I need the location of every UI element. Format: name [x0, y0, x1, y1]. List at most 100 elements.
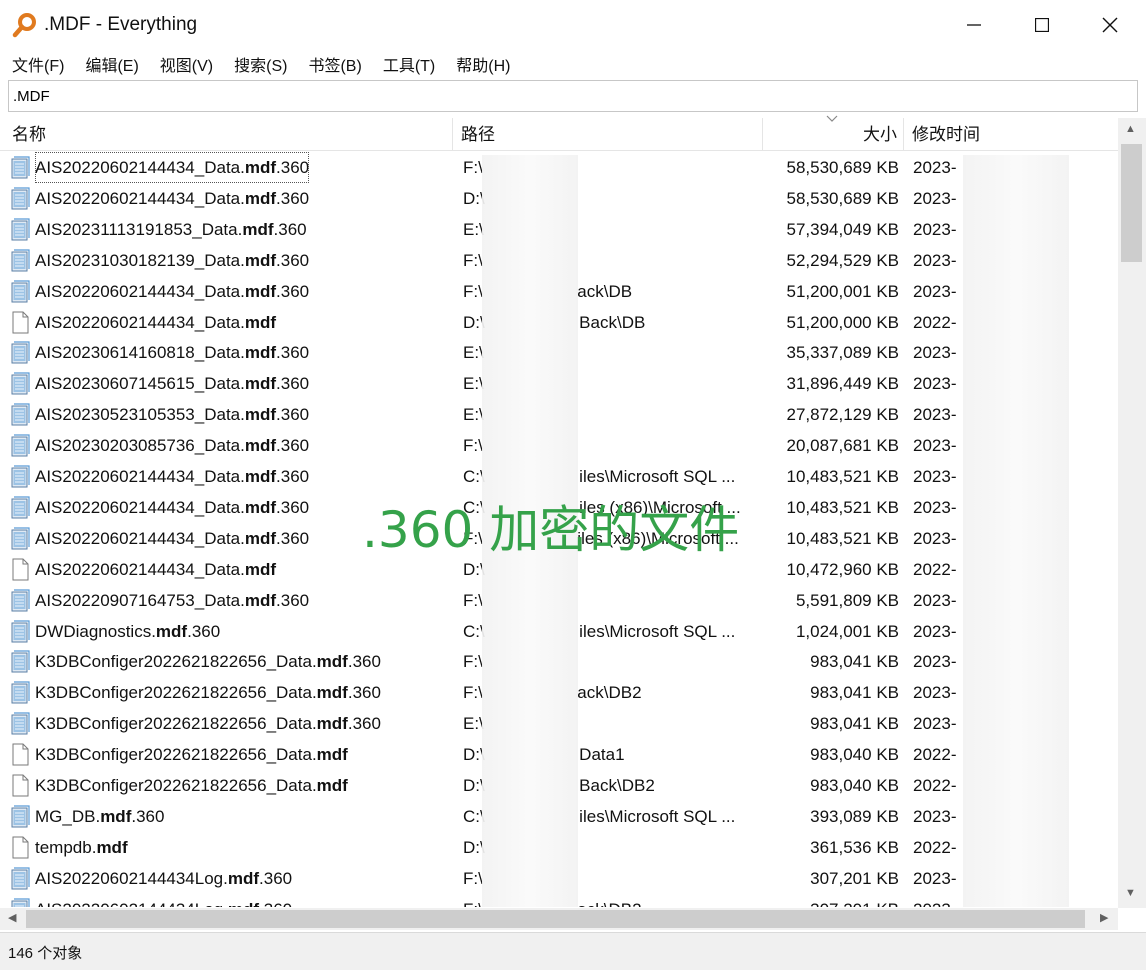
menu-view[interactable]: 视图(V) [160, 52, 213, 76]
title-bar: .MDF - Everything [0, 0, 1146, 50]
blank-file-icon [12, 311, 29, 333]
vertical-scroll-thumb[interactable] [1121, 144, 1142, 262]
file-size: 393,089 KB [810, 806, 899, 826]
file-name-match: mdf [244, 343, 277, 363]
file-name-cell: AIS20230607145615_Data. mdf .360 [10, 368, 450, 399]
file-name-suffix: .360 [276, 250, 310, 270]
encrypted-file-icon [11, 249, 30, 272]
file-name-cell: AIS20231030182139_Data. mdf .360 [10, 245, 450, 276]
file-name: K3DBConfiger2022621822656_Data. mdf [35, 770, 348, 801]
file-name-suffix: .360 [276, 467, 310, 486]
file-name-match: mdf [228, 894, 259, 907]
status-bar: 146 个对象 [0, 932, 1146, 970]
sort-descending-icon [826, 115, 838, 122]
file-name-prefix: K3DBConfiger2022621822656_Data. [35, 714, 317, 734]
search-box [8, 80, 1138, 112]
file-name-prefix: AIS20220602144434_Data. [35, 312, 245, 332]
file-name-cell: AIS20220602144434_Data. mdf [10, 307, 450, 338]
file-size: 58,530,689 KB [786, 158, 899, 177]
file-name: AIS20220602144434_Data. mdf [35, 307, 276, 338]
blank-file-icon [12, 774, 29, 797]
file-name-suffix: .360 [276, 158, 310, 177]
file-name-prefix: AIS20230203085736_Data. [35, 436, 245, 456]
file-name-cell: AIS20220602144434_Data. mdf .360 [10, 183, 450, 214]
column-header-path[interactable]: 路径 [453, 118, 763, 151]
file-name-suffix: .360 [347, 714, 381, 734]
file-name-cell: K3DBConfiger2022621822656_Data. mdf [10, 770, 450, 801]
file-name: DWDiagnostics. mdf .360 [35, 616, 220, 647]
file-size: 10,483,521 KB [786, 528, 899, 548]
file-name-match: mdf [242, 219, 274, 239]
file-name-match: mdf [244, 497, 277, 517]
close-button[interactable] [1076, 0, 1144, 50]
object-count: 146 个对象 [8, 945, 83, 962]
minimize-icon [967, 24, 981, 26]
scroll-down-icon[interactable]: ▼ [1125, 888, 1136, 899]
file-name-prefix: AIS20220602144434_Data. [35, 497, 245, 517]
encrypted-file-icon [11, 465, 30, 488]
file-name-suffix: .360 [187, 621, 221, 641]
file-name-cell: AIS20231113191853_Data. mdf .360 [10, 214, 450, 245]
file-size: 27,872,129 KB [786, 405, 899, 425]
file-size: 307,201 KB [810, 868, 899, 888]
maximize-icon [1035, 18, 1049, 32]
file-size: 983,041 KB [810, 683, 899, 703]
file-name-match: mdf [316, 683, 348, 703]
file-name: AIS20230203085736_Data. mdf .360 [35, 430, 309, 461]
file-name-prefix: AIS20220907164753_Data. [35, 590, 245, 610]
menu-help[interactable]: 帮助(H) [456, 52, 510, 76]
menu-search[interactable]: 搜索(S) [234, 52, 287, 76]
column-header-date[interactable]: 修改时间 [904, 118, 1118, 151]
file-name-cell: K3DBConfiger2022621822656_Data. mdf .360 [10, 677, 450, 708]
file-name-match: mdf [244, 374, 277, 394]
file-name-suffix: .360 [347, 683, 381, 703]
scroll-right-icon[interactable]: ▶ [1100, 913, 1108, 924]
file-name-suffix: .360 [276, 436, 310, 456]
file-name: MG_DB. mdf .360 [35, 801, 164, 832]
column-header-name[interactable]: 名称 [0, 118, 453, 151]
file-name-cell: K3DBConfiger2022621822656_Data. mdf [10, 739, 450, 770]
menu-bar: 文件(F) 编辑(E) 视图(V) 搜索(S) 书签(B) 工具(T) 帮助(H… [0, 50, 1146, 78]
encrypted-file-icon [11, 496, 30, 519]
file-size: 983,041 KB [810, 714, 899, 734]
menu-bookmarks[interactable]: 书签(B) [308, 52, 361, 76]
encrypted-file-icon [11, 805, 30, 828]
file-name: AIS20230607145615_Data. mdf .360 [35, 368, 309, 399]
file-name-match: mdf [244, 312, 277, 332]
scroll-left-icon[interactable]: ◀ [8, 913, 16, 924]
file-name-match: mdf [244, 590, 277, 610]
file-name-prefix: AIS20220602144434_Data. [35, 281, 245, 301]
file-name-cell: AIS20220602144434_Data. mdf .360 [10, 152, 450, 183]
menu-edit[interactable]: 编辑(E) [85, 52, 138, 76]
maximize-button[interactable] [1008, 0, 1076, 50]
file-name-match: mdf [244, 158, 277, 177]
file-name-prefix: K3DBConfiger2022621822656_Data. [35, 683, 317, 703]
scroll-up-icon[interactable]: ▲ [1125, 124, 1136, 135]
encrypted-file-icon [11, 341, 30, 364]
file-name: AIS20220602144434_Data. mdf .360 [35, 276, 309, 307]
file-name-match: mdf [96, 837, 128, 857]
file-name-match: mdf [244, 559, 277, 579]
file-name-prefix: AIS20230614160818_Data. [35, 343, 245, 363]
horizontal-scroll-thumb[interactable] [26, 910, 1085, 928]
file-name: AIS20220602144434_Data. mdf [35, 554, 276, 585]
file-name-suffix: .360 [259, 894, 292, 907]
file-name-cell: AIS20220907164753_Data. mdf .360 [10, 585, 450, 616]
file-name-suffix: .360 [276, 374, 310, 394]
file-name-match: mdf [244, 528, 277, 548]
encrypted-file-icon [11, 156, 30, 179]
file-name-match: mdf [244, 188, 277, 208]
file-size: 52,294,529 KB [786, 250, 899, 270]
file-name-cell: AIS20220602144434_Data. mdf .360 [10, 276, 450, 307]
file-name-match: mdf [244, 281, 277, 301]
file-size: 31,896,449 KB [786, 374, 899, 394]
search-input[interactable] [9, 81, 1137, 111]
minimize-button[interactable] [940, 0, 1008, 50]
file-name: AIS20220602144434_Data. mdf .360 [35, 152, 310, 183]
menu-file[interactable]: 文件(F) [12, 52, 64, 76]
file-name-prefix: AIS20230523105353_Data. [35, 405, 245, 425]
encrypted-file-icon [11, 279, 30, 303]
file-name-prefix: AIS20220602144434_Data. [35, 188, 245, 208]
menu-tools[interactable]: 工具(T) [383, 52, 435, 76]
magnifier-icon [12, 13, 36, 38]
